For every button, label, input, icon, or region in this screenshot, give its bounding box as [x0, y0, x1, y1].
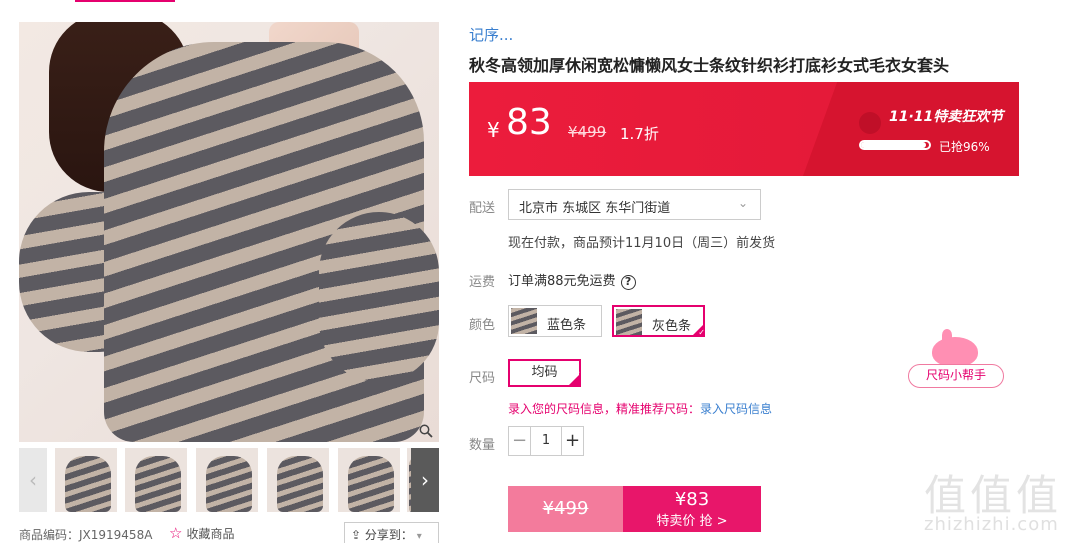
zoom-icon[interactable] — [419, 424, 435, 440]
size-label: 尺码 — [469, 371, 496, 386]
freight-info: 订单满88元免运费? — [508, 270, 636, 290]
shipping-note: 现在付款，商品预计11月10日（周三）前发货 — [508, 236, 776, 251]
chevron-down-icon: ⌄ — [737, 196, 748, 210]
thumbnail[interactable] — [267, 448, 329, 512]
original-price-button[interactable]: ¥499 — [508, 486, 623, 532]
share-icon: ⇪ — [351, 528, 365, 542]
thumbnail[interactable] — [338, 448, 400, 512]
help-icon[interactable]: ? — [620, 275, 636, 290]
thumbnail[interactable] — [125, 448, 187, 512]
favorite-button[interactable]: ☆ 收藏商品 — [169, 524, 234, 542]
top-accent-bar — [75, 0, 175, 2]
color-option-label: 蓝色条 — [547, 318, 587, 333]
banner-decoration — [797, 82, 1019, 176]
buy-action-label: 特卖价 抢 > — [656, 514, 728, 529]
mascot-icon — [932, 329, 978, 367]
watermark-url: zhizhizhi.com — [924, 514, 1059, 535]
chevron-down-icon: ▾ — [416, 531, 422, 542]
quantity-input[interactable]: 1 — [531, 427, 561, 455]
share-dropdown[interactable]: ⇪ 分享到： ▾ — [344, 522, 439, 543]
banner-dot — [859, 112, 881, 134]
thumb-next-button[interactable]: › — [411, 448, 439, 512]
size-option-label: 均码 — [531, 365, 558, 380]
delivery-label: 配送 — [469, 201, 496, 216]
swatch-thumbnail — [616, 309, 642, 335]
buy-price: ¥83 — [674, 489, 710, 510]
thumbnail[interactable] — [55, 448, 117, 512]
festival-label: 11·11特卖狂欢节 — [889, 109, 1004, 125]
original-price: ¥499 — [568, 123, 607, 141]
size-info-link[interactable]: 录入尺码信息 — [700, 402, 772, 416]
discount-rate: 1.7折 — [620, 125, 659, 143]
size-helper-button[interactable]: 尺码小帮手 — [908, 364, 1004, 388]
product-title: 秋冬高领加厚休闲宽松慵懒风女士条纹针织衫打底衫女式毛衣女套头 — [469, 56, 950, 75]
swatch-thumbnail — [511, 308, 537, 334]
selected-check-icon — [567, 363, 581, 387]
quantity-stepper: − 1 + — [508, 426, 584, 456]
size-tip: 录入您的尺码信息，精准推荐尺码：录入尺码信息 — [508, 400, 772, 417]
currency-symbol: ¥ — [487, 118, 500, 142]
address-value: 北京市 东城区 东华门街道 — [519, 201, 671, 216]
product-series-link[interactable]: 记序... — [469, 24, 513, 45]
grab-progress-fill — [861, 142, 927, 148]
star-icon: ☆ — [169, 524, 183, 542]
price-banner: ¥ 83 ¥499 1.7折 11·11特卖狂欢节 已抢96% — [469, 82, 1019, 176]
color-option-blue[interactable]: 蓝色条 — [508, 305, 602, 337]
buy-now-button[interactable]: ¥83 特卖价 抢 > — [623, 486, 761, 532]
product-meta: 商品编码：JX1919458A ☆ 收藏商品 ⇪ 分享到： ▾ — [19, 520, 439, 543]
color-option-gray[interactable]: 灰色条 — [612, 305, 705, 337]
size-tip-text: 录入您的尺码信息，精准推荐尺码： — [508, 402, 701, 416]
color-label: 颜色 — [469, 318, 496, 333]
sweater-sleeve-right — [319, 212, 439, 382]
size-option[interactable]: 均码 — [508, 359, 581, 387]
address-selector[interactable]: 北京市 东城区 东华门街道 ⌄ — [508, 189, 761, 220]
freight-text: 订单满88元免运费 — [508, 274, 616, 289]
grab-progress-bar — [859, 140, 931, 150]
grabbed-percentage: 已抢96% — [939, 140, 990, 154]
thumbnail[interactable] — [196, 448, 258, 512]
freight-label: 运费 — [469, 275, 496, 290]
thumb-prev-button[interactable]: ‹ — [19, 448, 47, 512]
product-code: 商品编码：JX1919458A — [19, 528, 153, 542]
quantity-label: 数量 — [469, 438, 496, 453]
thumbnail-strip: ‹ › — [19, 448, 439, 512]
color-option-label: 灰色条 — [652, 319, 692, 334]
size-helper[interactable]: 尺码小帮手 — [908, 329, 1004, 389]
current-price: 83 — [506, 102, 552, 143]
quantity-minus-button[interactable]: − — [509, 427, 531, 455]
main-product-image[interactable] — [19, 22, 439, 442]
selected-check-icon — [691, 323, 705, 337]
quantity-plus-button[interactable]: + — [561, 427, 583, 455]
